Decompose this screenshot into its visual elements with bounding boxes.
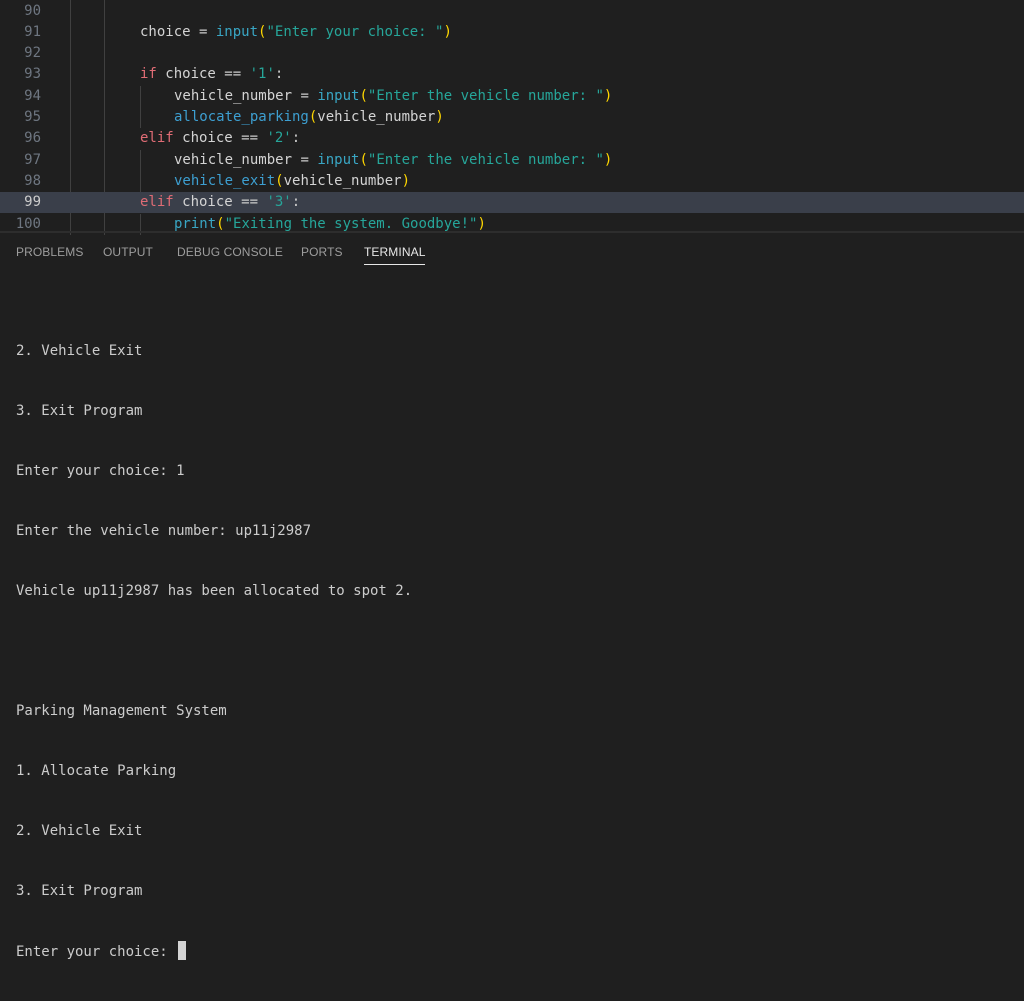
code-token: elif	[140, 130, 174, 147]
code-token: elif	[140, 194, 174, 211]
code-editor[interactable]: 90 91 choice = input("Enter your choice: "…	[0, 0, 1024, 235]
terminal-line: Vehicle up11j2987 has been allocated to …	[16, 583, 413, 599]
code-token: input	[317, 87, 360, 104]
code-line[interactable]: 97 vehicle_number = input("Enter the vehi…	[0, 149, 1024, 171]
code-token: print	[174, 215, 217, 232]
line-number: 93	[24, 66, 41, 83]
code-token: '2'	[258, 130, 292, 147]
code-token: "Enter the vehicle number: "	[367, 151, 604, 168]
terminal-prompt: Enter your choice:	[16, 944, 177, 960]
code-text: elif choice == '2':	[140, 128, 300, 149]
indent-guide-level-2	[140, 85, 141, 107]
code-token: vehicle_number	[174, 151, 293, 168]
code-token: choice	[173, 130, 242, 147]
code-token: :	[291, 194, 301, 211]
code-token: ==	[224, 66, 242, 83]
code-token: vehicle_number	[283, 172, 402, 189]
code-text: vehicle_exit(vehicle_number)	[174, 171, 410, 192]
code-token: )	[603, 151, 613, 168]
code-line[interactable]: 92	[0, 43, 1024, 64]
line-number: 90	[24, 2, 41, 19]
code-token: vehicle_exit	[174, 172, 276, 189]
code-token: (	[216, 215, 225, 232]
terminal-line: 2. Vehicle Exit	[16, 823, 143, 839]
code-text: if choice == '1':	[140, 64, 283, 85]
terminal-line: 3. Exit Program	[16, 883, 143, 899]
code-text: allocate_parking(vehicle_number)	[174, 107, 444, 128]
code-token: (	[359, 87, 368, 104]
code-token: choice	[140, 23, 191, 40]
code-token: =	[292, 87, 318, 104]
code-token: ==	[241, 194, 259, 211]
code-token: "Enter your choice: "	[266, 23, 444, 40]
code-token: input	[215, 23, 259, 40]
indent-guide-level-2	[140, 107, 141, 129]
line-number: 98	[24, 172, 41, 189]
code-token: =	[292, 151, 318, 168]
code-line[interactable]: 95 allocate_parking(vehicle_number)	[0, 107, 1024, 129]
terminal-line: 1. Allocate Parking	[16, 763, 177, 779]
terminal-line: Enter the vehicle number: up11j2987	[16, 523, 312, 539]
tab-problems[interactable]: PROBLEMS	[16, 245, 84, 264]
line-number: 92	[24, 45, 41, 62]
terminal-line: Enter your choice: 1	[16, 463, 185, 479]
code-token: '3'	[258, 194, 292, 211]
code-token: vehicle_number	[317, 109, 436, 125]
code-token: choice	[156, 66, 225, 83]
code-line[interactable]: 90	[0, 1, 1024, 22]
tab-output[interactable]: OUTPUT	[103, 245, 153, 264]
line-number: 91	[24, 23, 41, 40]
line-number: 94	[24, 87, 41, 104]
code-token: (	[275, 172, 284, 189]
code-token: )	[401, 172, 411, 189]
terminal-cursor	[178, 941, 187, 960]
editor-panel-divider[interactable]	[0, 231, 1024, 233]
terminal-prompt-line[interactable]: Enter your choice:	[16, 941, 412, 961]
panel-tab-bar: PROBLEMS OUTPUT DEBUG CONSOLE PORTS TERM…	[0, 235, 1024, 269]
terminal-line: 3. Exit Program	[16, 403, 143, 419]
code-token: =	[190, 23, 216, 40]
code-token: '1'	[241, 66, 275, 83]
code-token: ==	[241, 130, 259, 147]
terminal-line: Parking Management System	[16, 703, 227, 719]
code-token: allocate_parking	[174, 109, 309, 125]
code-line[interactable]: 96 elif choice == '2':	[0, 128, 1024, 149]
indent-guide-level-2	[140, 170, 141, 193]
code-token: choice	[173, 194, 242, 211]
code-token: input	[317, 151, 360, 168]
code-token: if	[140, 66, 157, 83]
terminal-output[interactable]: 2. Vehicle Exit 3. Exit Program Enter yo…	[16, 301, 412, 1001]
code-text: choice = input("Enter your choice: ")	[140, 22, 452, 43]
line-number: 96	[24, 130, 41, 147]
code-token: "Exiting the system. Goodbye!"	[224, 215, 478, 232]
line-number: 95	[24, 109, 41, 125]
indent-guide-level-2	[140, 149, 141, 171]
code-line[interactable]: 91 choice = input("Enter your choice: ")	[0, 22, 1024, 43]
code-token: )	[603, 87, 613, 104]
code-text: elif choice == '3':	[140, 192, 300, 213]
terminal-line: 2. Vehicle Exit	[16, 343, 143, 359]
tab-terminal[interactable]: TERMINAL	[364, 245, 426, 265]
code-token: :	[291, 130, 301, 147]
tab-ports[interactable]: PORTS	[301, 245, 343, 264]
code-token: )	[477, 215, 486, 232]
code-token: (	[359, 151, 368, 168]
code-line[interactable]: 94 vehicle_number = input("Enter the vehi…	[0, 85, 1024, 107]
code-line[interactable]: 93 if choice == '1':	[0, 64, 1024, 85]
code-token: vehicle_number	[174, 87, 293, 104]
code-text: vehicle_number = input("Enter the vehicl…	[174, 86, 612, 107]
code-token: "Enter the vehicle number: "	[367, 87, 604, 104]
code-text: vehicle_number = input("Enter the vehicl…	[174, 150, 612, 171]
code-token: )	[435, 109, 444, 125]
code-token: :	[274, 66, 284, 83]
line-number: 99	[24, 194, 41, 211]
code-line[interactable]: 99 elif choice == '3':	[0, 192, 1024, 214]
code-token: )	[443, 23, 452, 40]
code-line[interactable]: 98 vehicle_exit(vehicle_number)	[0, 170, 1024, 193]
bottom-panel: PROBLEMS OUTPUT DEBUG CONSOLE PORTS TERM…	[0, 235, 1024, 960]
line-number: 97	[24, 151, 41, 168]
tab-debug-console[interactable]: DEBUG CONSOLE	[177, 245, 283, 264]
